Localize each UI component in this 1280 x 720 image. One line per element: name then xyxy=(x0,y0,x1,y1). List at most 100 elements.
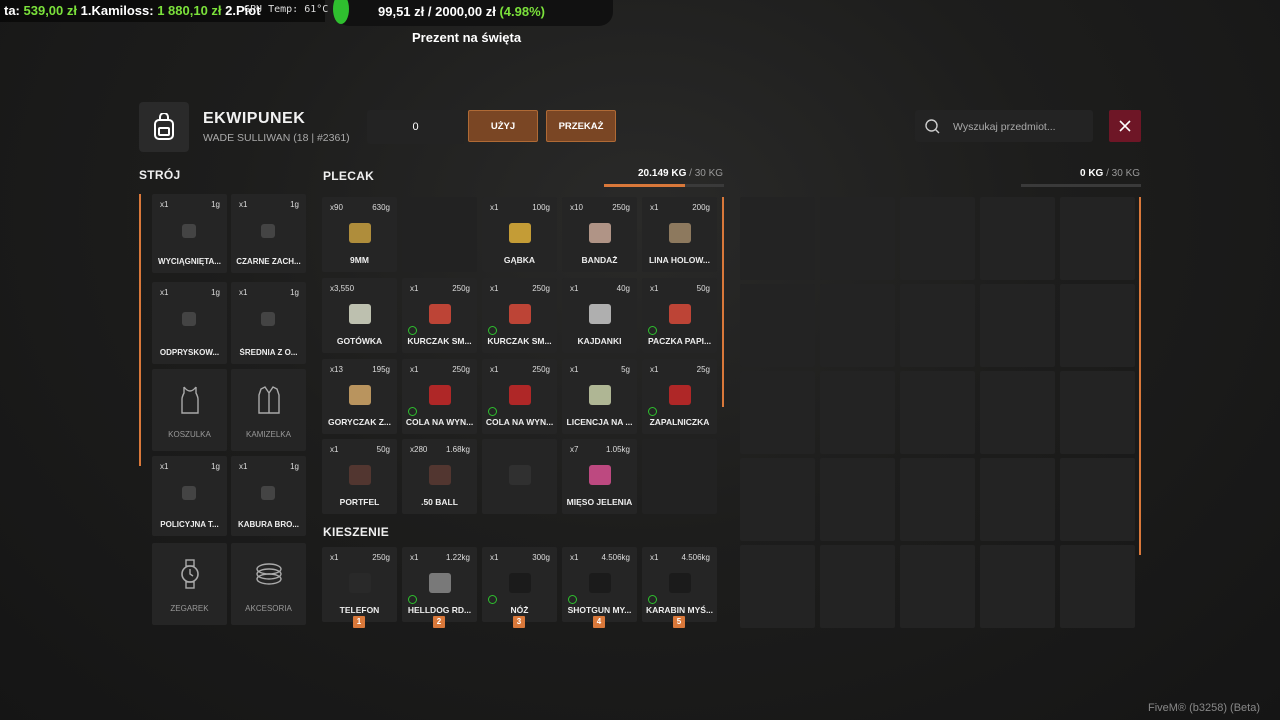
ground-slot-empty[interactable] xyxy=(900,197,975,280)
backpack-slot[interactable]: x280 1.68kg .50 BALL xyxy=(402,439,477,514)
ground-slot-empty[interactable] xyxy=(820,545,895,628)
item-count: x1 xyxy=(650,203,659,212)
outfit-slot[interactable]: x1 1g ŚREDNIA Z O... xyxy=(231,282,306,364)
hotkey-badge: 2 xyxy=(433,616,445,628)
pocket-slot[interactable]: x1 250g TELEFON 1 xyxy=(322,547,397,628)
outfit-slot-empty[interactable]: ZEGAREK xyxy=(152,543,227,625)
backpack-slot[interactable]: x1 250g COLA NA WYN... xyxy=(482,359,557,434)
watch-icon xyxy=(176,559,204,589)
use-button[interactable]: UŻYJ xyxy=(468,110,538,142)
vest-icon xyxy=(255,385,283,415)
item-weight: 250g xyxy=(532,365,550,374)
ground-slot-empty[interactable] xyxy=(980,284,1055,367)
outfit-slot[interactable]: x1 1g POLICYJNA T... xyxy=(152,456,227,536)
backpack-weight-fill xyxy=(604,184,685,187)
lighter-icon xyxy=(669,385,691,405)
cola-cup-icon xyxy=(429,385,451,405)
outfit-slot[interactable]: x1 1g WYCIĄGNIĘTA... xyxy=(152,194,227,273)
ground-slot-empty[interactable] xyxy=(740,284,815,367)
outfit-slot[interactable]: x1 1g ODPRYSKOW... xyxy=(152,282,227,364)
ground-slot-empty[interactable] xyxy=(1060,284,1135,367)
ground-weight-bar xyxy=(1021,184,1141,187)
backpack-slot[interactable]: x1 50g PACZKA PAPI... xyxy=(642,278,717,353)
ground-slot-empty[interactable] xyxy=(980,458,1055,541)
item-name: AKCESORIA xyxy=(245,604,292,613)
ground-slot-empty[interactable] xyxy=(1060,197,1135,280)
ground-slot-empty[interactable] xyxy=(820,371,895,454)
backpack-scrollbar[interactable] xyxy=(722,197,724,407)
backpack-slot[interactable]: x10 250g BANDAŻ xyxy=(562,197,637,272)
item-count: x10 xyxy=(570,203,583,212)
item-count: x1 xyxy=(650,284,659,293)
ground-slot-empty[interactable] xyxy=(900,458,975,541)
item-name: PACZKA PAPI... xyxy=(647,336,712,346)
backpack-slot[interactable]: x1 50g PORTFEL xyxy=(322,439,397,514)
item-weight: 4.506kg xyxy=(681,553,710,562)
item-weight: 5g xyxy=(621,365,630,374)
backpack-slot[interactable]: x1 5g LICENCJA NA ... xyxy=(562,359,637,434)
outfit-slot-empty[interactable]: KAMIZELKA xyxy=(231,369,306,451)
pocket-slot[interactable]: x1 1.22kg HELLDOG RD... 2 xyxy=(402,547,477,628)
ground-slot-empty[interactable] xyxy=(1060,458,1135,541)
ground-slot-empty[interactable] xyxy=(820,458,895,541)
item-name: NÓŻ xyxy=(510,605,529,615)
bracelet-icon xyxy=(255,559,283,589)
search-box[interactable] xyxy=(915,110,1093,144)
gpu-temp: GPU Temp: 61°C xyxy=(244,4,329,15)
backpack-slot-empty[interactable] xyxy=(642,439,717,514)
backpack-slot[interactable]: x3,550 GOTÓWKA xyxy=(322,278,397,353)
ground-slot-empty[interactable] xyxy=(900,284,975,367)
item-count: x3,550 xyxy=(330,284,355,293)
give-button[interactable]: PRZEKAŻ xyxy=(546,110,616,142)
fivem-build: FiveM® (b3258) (Beta) xyxy=(1147,702,1260,714)
backpack-slot[interactable] xyxy=(482,439,557,514)
ground-slot-empty[interactable] xyxy=(1060,545,1135,628)
backpack-slot[interactable]: x1 250g KURCZAK SM... xyxy=(482,278,557,353)
close-button[interactable] xyxy=(1109,110,1141,142)
pocket-slot[interactable]: x1 4.506kg SHOTGUN MY... 4 xyxy=(562,547,637,628)
backpack-slot-empty[interactable] xyxy=(402,197,477,272)
ground-slot-empty[interactable] xyxy=(820,197,895,280)
item-weight: 250g xyxy=(452,365,470,374)
outfit-scrollbar[interactable] xyxy=(139,194,141,466)
ground-slot-empty[interactable] xyxy=(740,458,815,541)
item-name: GOTÓWKA xyxy=(336,336,383,346)
backpack-slot[interactable]: x1 250g COLA NA WYN... xyxy=(402,359,477,434)
backpack-slot[interactable]: x1 100g GĄBKA xyxy=(482,197,557,272)
ground-slot-empty[interactable] xyxy=(980,197,1055,280)
outfit-slot-empty[interactable]: KOSZULKA xyxy=(152,369,227,451)
backpack-slot[interactable]: x1 25g ZAPALNICZKA xyxy=(642,359,717,434)
outfit-slot-empty[interactable]: AKCESORIA xyxy=(231,543,306,625)
item-count: x280 xyxy=(410,445,428,454)
backpack-slot[interactable]: x13 195g GORYCZAK Z... xyxy=(322,359,397,434)
item-weight: 1g xyxy=(290,200,299,209)
durability-indicator xyxy=(488,326,497,335)
item-count: x1 xyxy=(490,203,499,212)
backpack-slot[interactable]: x1 200g LINA HOLOW... xyxy=(642,197,717,272)
ground-slot-empty[interactable] xyxy=(980,545,1055,628)
ground-slot-empty[interactable] xyxy=(980,371,1055,454)
outfit-slot[interactable]: x1 1g CZARNE ZACH... xyxy=(231,194,306,273)
ground-slot-empty[interactable] xyxy=(740,371,815,454)
ground-slot-empty[interactable] xyxy=(740,545,815,628)
pocket-slot[interactable]: x1 300g NÓŻ 3 xyxy=(482,547,557,628)
item-name: ŚREDNIA Z O... xyxy=(239,348,298,357)
search-input[interactable] xyxy=(951,110,1091,144)
ground-slot-empty[interactable] xyxy=(740,197,815,280)
backpack-slot[interactable]: x7 1.05kg MIĘSO JELENIA xyxy=(562,439,637,514)
ground-slot-empty[interactable] xyxy=(820,284,895,367)
item-name: SHOTGUN MY... xyxy=(567,605,632,615)
item-weight: 250g xyxy=(532,284,550,293)
outfit-label: STRÓJ xyxy=(139,168,181,182)
item-count: x1 xyxy=(650,553,659,562)
ground-scrollbar[interactable] xyxy=(1139,197,1141,555)
outfit-slot[interactable]: x1 1g KABURA BRO... xyxy=(231,456,306,536)
pocket-slot[interactable]: x1 4.506kg KARABIN MYŚ... 5 xyxy=(642,547,717,628)
ground-slot-empty[interactable] xyxy=(1060,371,1135,454)
ground-slot-empty[interactable] xyxy=(900,371,975,454)
quantity-input[interactable] xyxy=(367,110,464,144)
backpack-slot[interactable]: x1 250g KURCZAK SM... xyxy=(402,278,477,353)
ground-slot-empty[interactable] xyxy=(900,545,975,628)
backpack-slot[interactable]: x90 630g 9MM xyxy=(322,197,397,272)
backpack-slot[interactable]: x1 40g KAJDANKI xyxy=(562,278,637,353)
